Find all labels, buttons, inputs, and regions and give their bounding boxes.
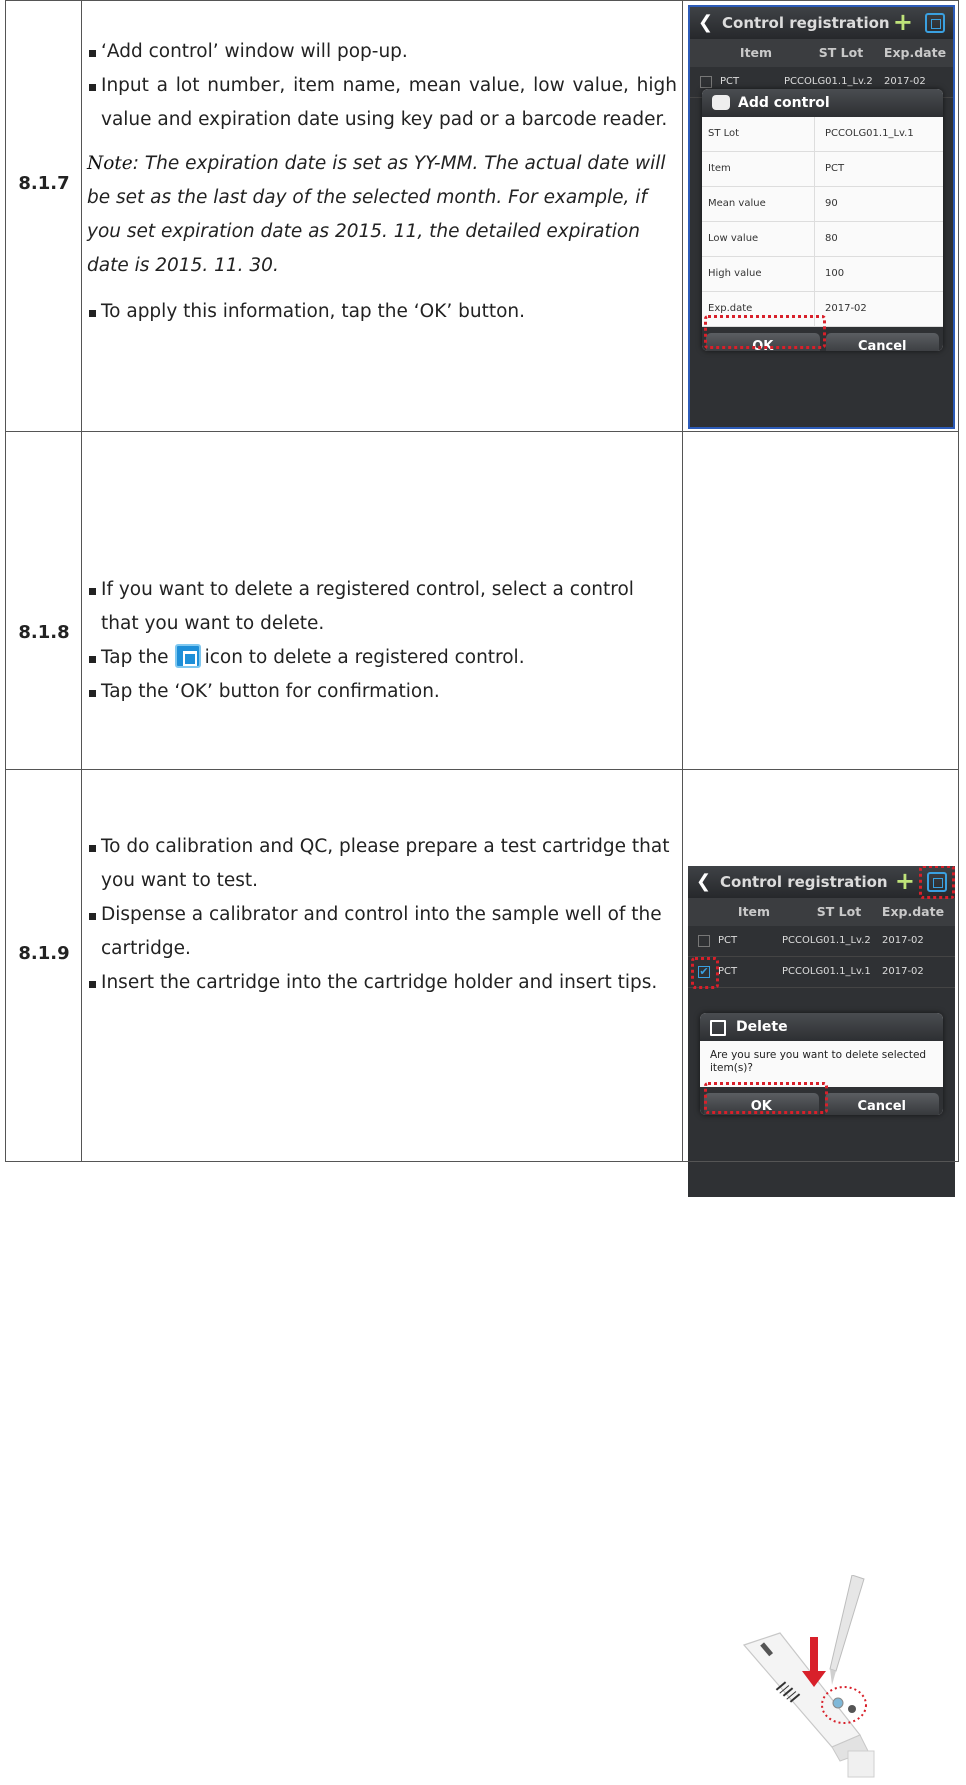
cartridge-illustration (742, 1575, 875, 1778)
step-number: 8.1.8 (18, 622, 70, 643)
column-item: Item (739, 45, 773, 60)
row-checkbox[interactable] (700, 76, 712, 88)
column-st-lot: ST Lot (818, 45, 864, 60)
item-field[interactable]: PCT (815, 152, 844, 186)
step-number: 8.1.9 (18, 943, 70, 964)
table-row: 8.1.8 If you want to delete a registered… (5, 431, 959, 1197)
high-value-field[interactable]: 100 (815, 257, 844, 291)
delete-trash-icon (174, 644, 201, 668)
bullet-item: Dispense a calibrator and control into t… (87, 898, 677, 966)
step-description: ‘Add control’ window will pop-up. Input … (87, 35, 677, 329)
step-number: 8.1.7 (18, 173, 70, 194)
bullet-item: ‘Add control’ window will pop-up. (87, 35, 677, 69)
add-control-screenshot: ❮ Control registration + Item ST Lot Exp… (688, 5, 955, 429)
cancel-button[interactable]: Cancel (825, 333, 939, 351)
bullet-item: Input a lot number, item name, mean valu… (87, 69, 677, 137)
form-row[interactable]: Mean value 90 (702, 187, 943, 222)
bullet-item: If you want to delete a registered contr… (87, 573, 677, 641)
column-exp-date: Exp.date (883, 45, 947, 60)
test-cartridge (742, 1632, 875, 1778)
form-row[interactable]: High value 100 (702, 257, 943, 292)
st-lot-field[interactable]: PCCOLG01.1_Lv.1 (815, 117, 914, 151)
low-value-field[interactable]: 80 (815, 222, 838, 256)
pipette-tip-icon (829, 1575, 865, 1685)
chat-bubble-icon (712, 95, 730, 110)
bullet-item: Insert the cartridge into the cartridge … (87, 966, 677, 1000)
dialog-title: Add control (702, 89, 943, 117)
ok-highlight (704, 315, 826, 349)
plus-icon[interactable]: + (893, 7, 913, 37)
note-label: Note (87, 153, 133, 174)
form-row[interactable]: Low value 80 (702, 222, 943, 257)
note-text: Note: The expiration date is set as YY-M… (87, 153, 666, 276)
step-description: If you want to delete a registered contr… (87, 573, 677, 709)
step-description: To do calibration and QC, please prepare… (87, 830, 677, 1000)
bullet-item: Tap the icon to delete a registered contr… (87, 641, 677, 675)
column-header: Item ST Lot Exp.date (690, 39, 953, 67)
bullet-item: To apply this information, tap the ‘OK’ … (87, 295, 677, 329)
instruction-table: 8.1.7 ‘Add control’ window will pop-up. … (5, 0, 959, 1778)
bullet-item: To do calibration and QC, please prepare… (87, 830, 677, 898)
app-bar: ❮ Control registration + (690, 7, 953, 39)
mean-value-field[interactable]: 90 (815, 187, 838, 221)
table-row: 8.1.7 ‘Add control’ window will pop-up. … (5, 0, 959, 431)
trash-icon[interactable] (925, 13, 945, 33)
table-row: 8.1.9 To do calibration and QC, please p… (5, 769, 959, 1778)
form-row[interactable]: ST Lot PCCOLG01.1_Lv.1 (702, 117, 943, 152)
add-control-dialog: Add control ST Lot PCCOLG01.1_Lv.1 Item PC… (702, 89, 943, 351)
bullet-item: Tap the ‘OK’ button for confirmation. (87, 675, 677, 709)
back-chevron-icon[interactable]: ❮ (698, 7, 713, 39)
screen-title: Control registration (722, 14, 890, 32)
form-row[interactable]: Item PCT (702, 152, 943, 187)
